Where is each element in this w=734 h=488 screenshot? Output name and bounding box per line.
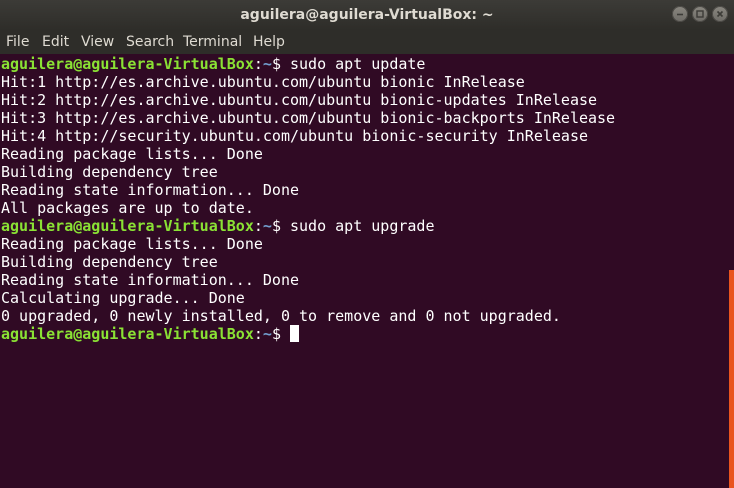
menu-help[interactable]: Help xyxy=(253,30,285,54)
output-line: Hit:2 http://es.archive.ubuntu.com/ubunt… xyxy=(1,91,598,109)
prompt-line: aguilera@aguilera-VirtualBox:~$ xyxy=(1,325,299,343)
prompt-symbol: $ xyxy=(271,55,290,73)
command-text: sudo apt upgrade xyxy=(290,217,435,235)
output-line: Reading package lists... Done xyxy=(1,235,263,253)
menu-bar: File Edit View Search Terminal Help xyxy=(0,30,734,54)
prompt-symbol: $ xyxy=(271,217,290,235)
output-line: Hit:3 http://es.archive.ubuntu.com/ubunt… xyxy=(1,109,616,127)
prompt-user: aguilera@aguilera-VirtualBox xyxy=(1,217,254,235)
text-cursor xyxy=(290,325,299,342)
prompt-symbol: $ xyxy=(271,325,290,343)
maximize-icon[interactable] xyxy=(692,6,708,22)
prompt-path: ~ xyxy=(262,217,272,235)
menu-search[interactable]: Search xyxy=(126,30,174,54)
output-line: Hit:4 http://security.ubuntu.com/ubuntu … xyxy=(1,127,588,145)
command-text: sudo apt update xyxy=(290,55,426,73)
prompt-path: ~ xyxy=(262,325,272,343)
output-line: Building dependency tree xyxy=(1,253,218,271)
close-icon[interactable] xyxy=(712,6,728,22)
menu-file[interactable]: File xyxy=(6,30,29,54)
output-line: Reading state information... Done xyxy=(1,181,300,199)
output-line: Reading package lists... Done xyxy=(1,145,263,163)
title-bar[interactable]: aguilera@aguilera-VirtualBox: ~ xyxy=(0,0,734,30)
prompt-line: aguilera@aguilera-VirtualBox:~$ sudo apt… xyxy=(1,55,425,73)
prompt-line: aguilera@aguilera-VirtualBox:~$ sudo apt… xyxy=(1,217,435,235)
prompt-user: aguilera@aguilera-VirtualBox xyxy=(1,55,254,73)
terminal-output[interactable]: aguilera@aguilera-VirtualBox:~$ sudo apt… xyxy=(0,55,734,488)
minimize-icon[interactable] xyxy=(672,6,688,22)
prompt-separator: : xyxy=(253,55,263,73)
output-line: 0 upgraded, 0 newly installed, 0 to remo… xyxy=(1,307,561,325)
prompt-user: aguilera@aguilera-VirtualBox xyxy=(1,325,254,343)
output-line: All packages are up to date. xyxy=(1,199,254,217)
window-title: aguilera@aguilera-VirtualBox: ~ xyxy=(240,7,494,23)
prompt-separator: : xyxy=(253,325,263,343)
menu-edit[interactable]: Edit xyxy=(42,30,69,54)
output-line: Hit:1 http://es.archive.ubuntu.com/ubunt… xyxy=(1,73,525,91)
output-line: Reading state information... Done xyxy=(1,271,300,289)
scrollbar[interactable] xyxy=(729,270,734,488)
prompt-separator: : xyxy=(253,217,263,235)
output-line: Building dependency tree xyxy=(1,163,218,181)
menu-terminal[interactable]: Terminal xyxy=(183,30,242,54)
output-line: Calculating upgrade... Done xyxy=(1,289,245,307)
prompt-path: ~ xyxy=(262,55,272,73)
menu-view[interactable]: View xyxy=(81,30,114,54)
